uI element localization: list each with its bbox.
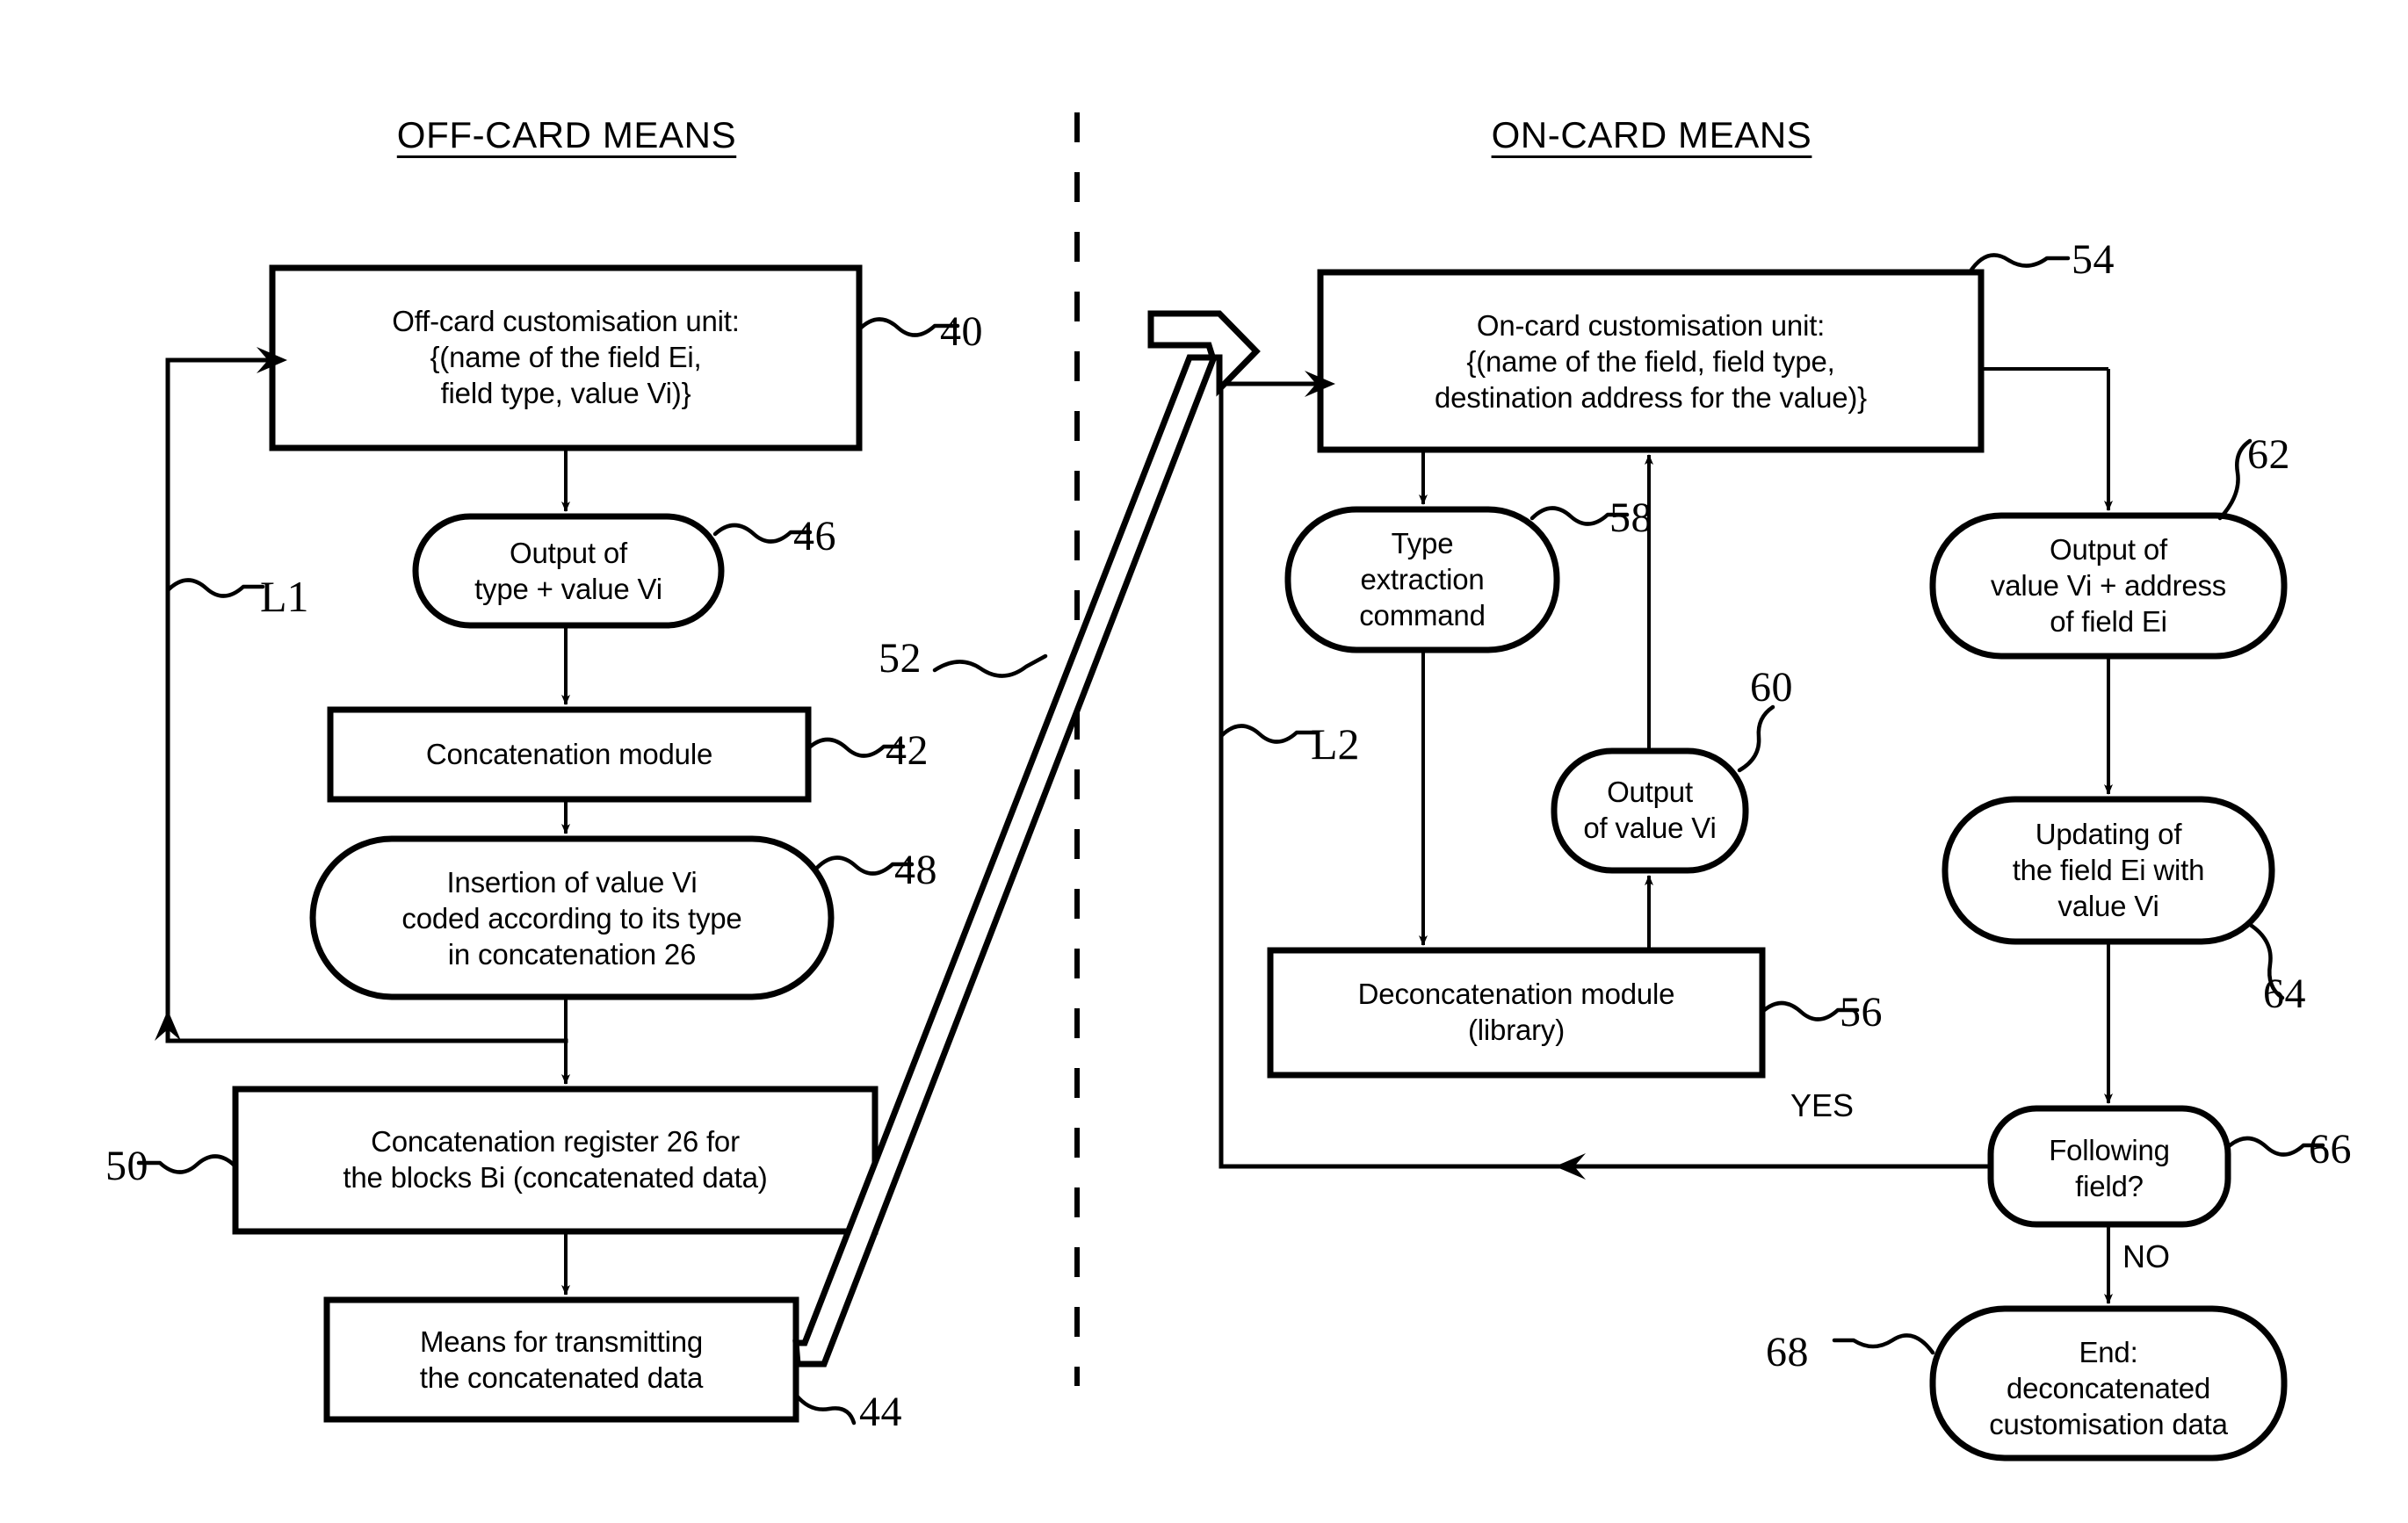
edge-label-no: NO (2122, 1238, 2170, 1274)
ref-number-48: 48 (894, 847, 937, 893)
leader-60 (1737, 704, 1775, 773)
ref-number-60: 60 (1750, 664, 1793, 711)
ref-number-68: 68 (1766, 1329, 1809, 1375)
node-shape-insertion-value (309, 835, 835, 1000)
heading-off-card: OFF-CARD MEANS (396, 114, 737, 155)
node-shape-off-card-unit (269, 264, 863, 451)
ref-number-66: 66 (2309, 1126, 2352, 1173)
node-shape-concatenation-module (327, 706, 812, 803)
ref-number-42: 42 (886, 727, 929, 774)
node-shape-on-card-unit (1317, 269, 1985, 453)
ref-number-58: 58 (1609, 494, 1652, 541)
leader-68 (1832, 1333, 1935, 1355)
ref-number-46: 46 (793, 513, 836, 559)
ref-number-62: 62 (2247, 431, 2290, 478)
transmission-channel-52 (792, 310, 1261, 1368)
ref-number-64: 64 (2263, 971, 2306, 1017)
node-shape-updating-field (1942, 796, 2275, 945)
ref-number-44: 44 (859, 1389, 902, 1435)
node-shape-concatenation-register (232, 1086, 879, 1235)
loop-label-L1: L1 (260, 572, 309, 621)
node-shape-transmitting-means (323, 1296, 799, 1423)
loop-label-L2: L2 (1311, 719, 1360, 769)
node-shape-end (1929, 1305, 2288, 1462)
ref-number-56: 56 (1840, 989, 1883, 1036)
leader-L1 (165, 578, 265, 598)
leader-44 (793, 1392, 857, 1426)
leader-52 (932, 653, 1048, 678)
loop-L1-riser (165, 357, 275, 1043)
ref-number-54: 54 (2072, 236, 2115, 283)
node-shape-type-extraction (1284, 506, 1560, 653)
leader-50 (136, 1154, 238, 1174)
leader-54 (1967, 253, 2071, 275)
patent-figure-canvas: OFF-CARD MEANS ON-CARD MEANS Off-card cu… (0, 0, 2408, 1523)
node-shape-output-value-address (1929, 512, 2288, 660)
ref-number-40: 40 (940, 308, 983, 355)
node-shape-output-type-value (412, 513, 725, 629)
node-shape-output-value (1551, 747, 1749, 874)
edge-label-yes: YES (1790, 1087, 1855, 1123)
node-shape-following-field (1987, 1105, 2231, 1228)
ref-number-52: 52 (879, 635, 922, 682)
ref-number-50: 50 (105, 1143, 148, 1189)
leader-L2 (1218, 724, 1319, 744)
diagram-vector-layer (136, 112, 2325, 1462)
heading-on-card: ON-CARD MEANS (1491, 114, 1812, 155)
node-shape-deconcatenation-module (1267, 947, 1766, 1079)
leader-62 (2217, 438, 2253, 521)
